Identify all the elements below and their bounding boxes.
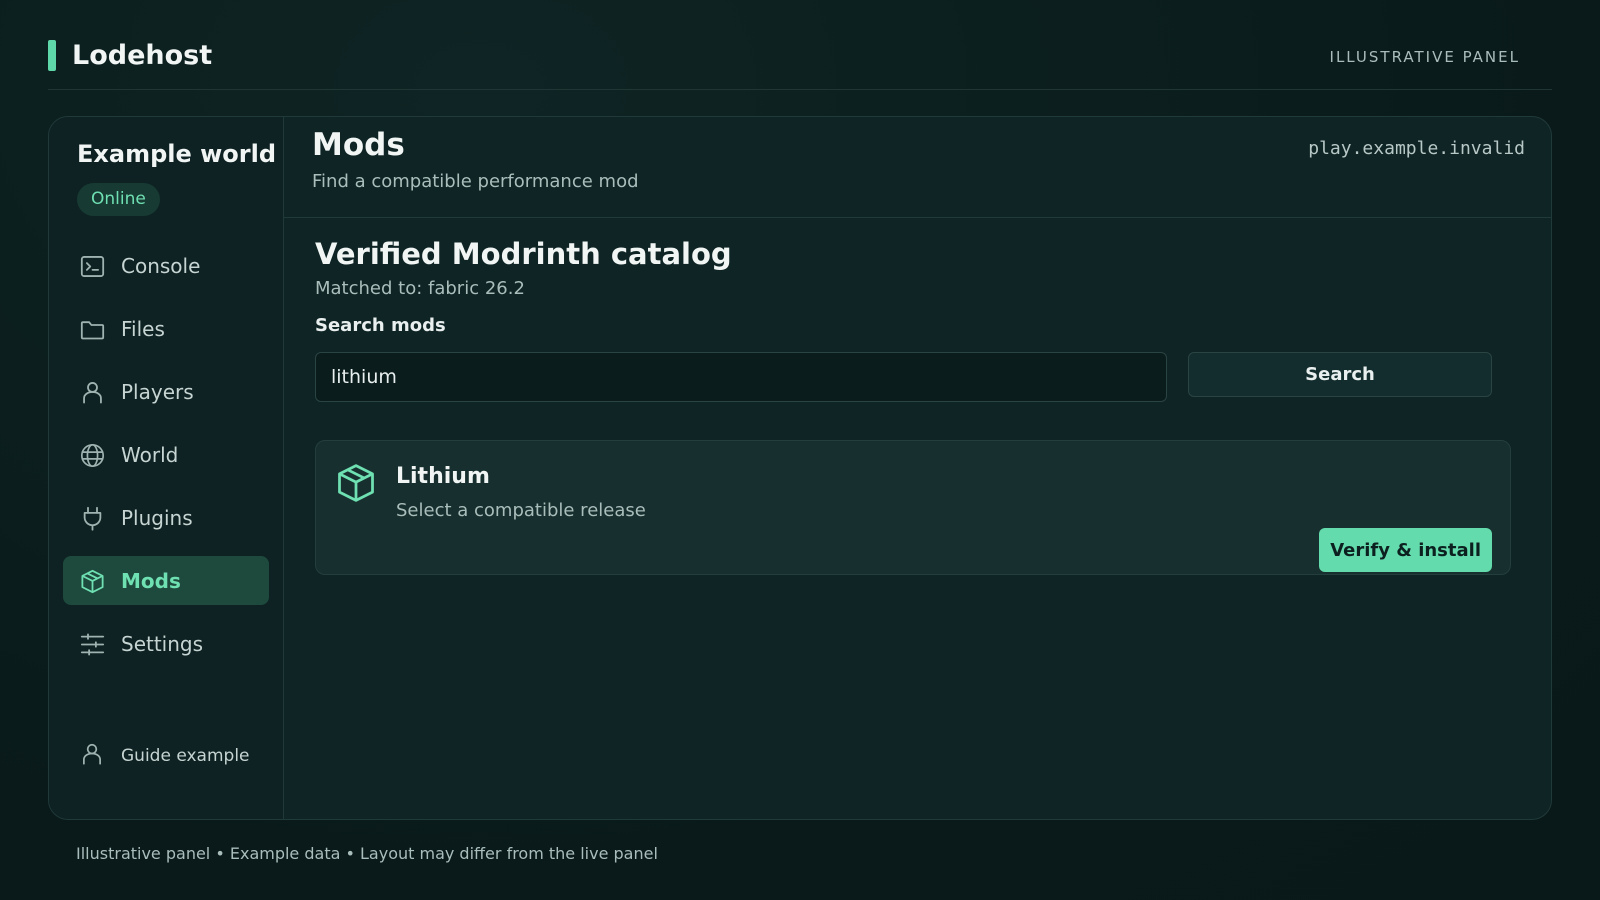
catalog-title: Verified Modrinth catalog	[315, 237, 732, 271]
main-header: Mods Find a compatible performance mod p…	[284, 117, 1551, 218]
sidebar-item-plugins[interactable]: Plugins	[63, 493, 269, 542]
sidebar-item-label: Players	[121, 380, 194, 404]
guide-label: Guide example	[121, 746, 250, 766]
catalog-subtitle: Matched to: fabric 26.2	[315, 278, 525, 299]
sidebar-item-files[interactable]: Files	[63, 304, 269, 353]
mod-result-card: Lithium Select a compatible release Veri…	[315, 440, 1511, 575]
package-icon	[79, 568, 106, 595]
search-button[interactable]: Search	[1188, 352, 1492, 397]
sidebar-item-label: World	[121, 443, 179, 467]
sidebar-item-label: Settings	[121, 632, 204, 656]
top-bar: Lodehost ILLUSTRATIVE PANEL	[48, 0, 1552, 90]
server-host: play.example.invalid	[1308, 138, 1525, 159]
user-icon	[79, 379, 106, 406]
sidebar-item-players[interactable]: Players	[63, 367, 269, 416]
page-subtitle: Find a compatible performance mod	[312, 171, 639, 192]
sidebar-item-label: Console	[121, 254, 201, 278]
panel-card: Example world Online Console Files Playe…	[48, 116, 1552, 820]
plug-icon	[79, 505, 106, 532]
sidebar-item-label: Plugins	[121, 506, 193, 530]
sidebar: Example world Online Console Files Playe…	[49, 117, 284, 819]
search-input[interactable]	[315, 352, 1167, 402]
sidebar-item-mods[interactable]: Mods	[63, 556, 269, 605]
status-badge: Online	[77, 183, 160, 216]
guide-user[interactable]: Guide example	[63, 735, 269, 775]
page-title: Mods	[312, 127, 405, 163]
search-label: Search mods	[315, 315, 446, 336]
footer-note: Illustrative panel • Example data • Layo…	[76, 844, 658, 863]
verify-install-button[interactable]: Verify & install	[1319, 528, 1492, 572]
panel-tag: ILLUSTRATIVE PANEL	[1329, 48, 1520, 66]
sidebar-item-label: Files	[121, 317, 165, 341]
sidebar-item-world[interactable]: World	[63, 430, 269, 479]
sidebar-item-console[interactable]: Console	[63, 241, 269, 290]
brand-mark	[48, 40, 56, 71]
mod-subtitle: Select a compatible release	[396, 500, 646, 521]
globe-icon	[79, 442, 106, 469]
brand-name: Lodehost	[72, 40, 213, 71]
world-name: Example world	[77, 140, 277, 168]
mod-name: Lithium	[396, 464, 490, 489]
folder-icon	[79, 316, 106, 343]
main-content: Mods Find a compatible performance mod p…	[284, 117, 1551, 819]
terminal-icon	[79, 253, 106, 280]
user-icon	[79, 741, 105, 767]
sidebar-item-settings[interactable]: Settings	[63, 619, 269, 668]
sliders-icon	[79, 631, 106, 658]
sidebar-item-label: Mods	[121, 569, 181, 593]
package-icon	[334, 461, 378, 505]
